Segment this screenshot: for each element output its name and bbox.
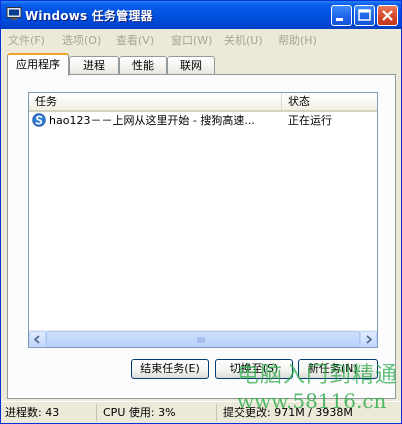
- scroll-thumb[interactable]: [46, 331, 360, 347]
- horizontal-scrollbar[interactable]: [29, 330, 377, 347]
- tab-strip: 应用程序 进程 性能 联网: [7, 53, 397, 76]
- title-bar[interactable]: Windows 任务管理器: [1, 1, 401, 29]
- maximize-button[interactable]: [354, 5, 375, 26]
- task-manager-window: Windows 任务管理器 文件(F) 选项(O) 查看(V) 窗口(W) 关机…: [0, 0, 402, 424]
- watermark-text: 电脑入门到精通: [237, 363, 399, 388]
- task-name: hao123－－上网从这里开始 - 搜狗高速...: [49, 114, 255, 127]
- menu-view[interactable]: 查看(V): [116, 32, 154, 48]
- list-header: 任务 状态: [29, 93, 377, 112]
- menu-help[interactable]: 帮助(H): [278, 32, 317, 48]
- column-header-status[interactable]: 状态: [282, 93, 377, 110]
- tab-applications[interactable]: 应用程序: [7, 53, 69, 76]
- end-task-button[interactable]: 结束任务(E): [131, 359, 209, 379]
- cpu-usage: CPU 使用: 3%: [99, 404, 217, 421]
- menu-bar: 文件(F) 选项(O) 查看(V) 窗口(W) 关机(U) 帮助(H): [1, 29, 401, 49]
- menu-window[interactable]: 窗口(W): [171, 32, 212, 48]
- chevron-left-icon: [33, 335, 40, 344]
- grip-icon: [197, 337, 205, 343]
- applications-panel: 任务 状态 hao123－－上网从这里开始 - 搜狗高速... 正在运行: [7, 74, 396, 399]
- minimize-button[interactable]: [331, 5, 352, 26]
- window-title: Windows 任务管理器: [25, 9, 153, 23]
- close-icon: [382, 10, 393, 21]
- scroll-left-button[interactable]: [29, 331, 46, 347]
- menu-shutdown[interactable]: 关机(U): [224, 32, 263, 48]
- monitor-icon: [6, 7, 22, 21]
- task-list[interactable]: 任务 状态 hao123－－上网从这里开始 - 搜狗高速... 正在运行: [28, 92, 378, 348]
- menu-options[interactable]: 选项(O): [62, 32, 101, 48]
- column-header-task[interactable]: 任务: [29, 93, 282, 110]
- watermark-url: www.58116.cn: [237, 389, 387, 413]
- task-status: 正在运行: [288, 114, 332, 127]
- minimize-icon: [336, 18, 343, 21]
- process-count: 进程数: 43: [1, 404, 97, 421]
- sogou-browser-icon: [32, 113, 46, 127]
- list-item[interactable]: hao123－－上网从这里开始 - 搜狗高速... 正在运行: [29, 112, 377, 129]
- tab-networking[interactable]: 联网: [167, 56, 215, 75]
- menu-file[interactable]: 文件(F): [8, 32, 45, 48]
- close-button[interactable]: [377, 5, 398, 26]
- scroll-right-button[interactable]: [360, 331, 377, 347]
- tab-processes[interactable]: 进程: [69, 56, 119, 75]
- tab-performance[interactable]: 性能: [119, 56, 167, 75]
- chevron-right-icon: [366, 335, 373, 344]
